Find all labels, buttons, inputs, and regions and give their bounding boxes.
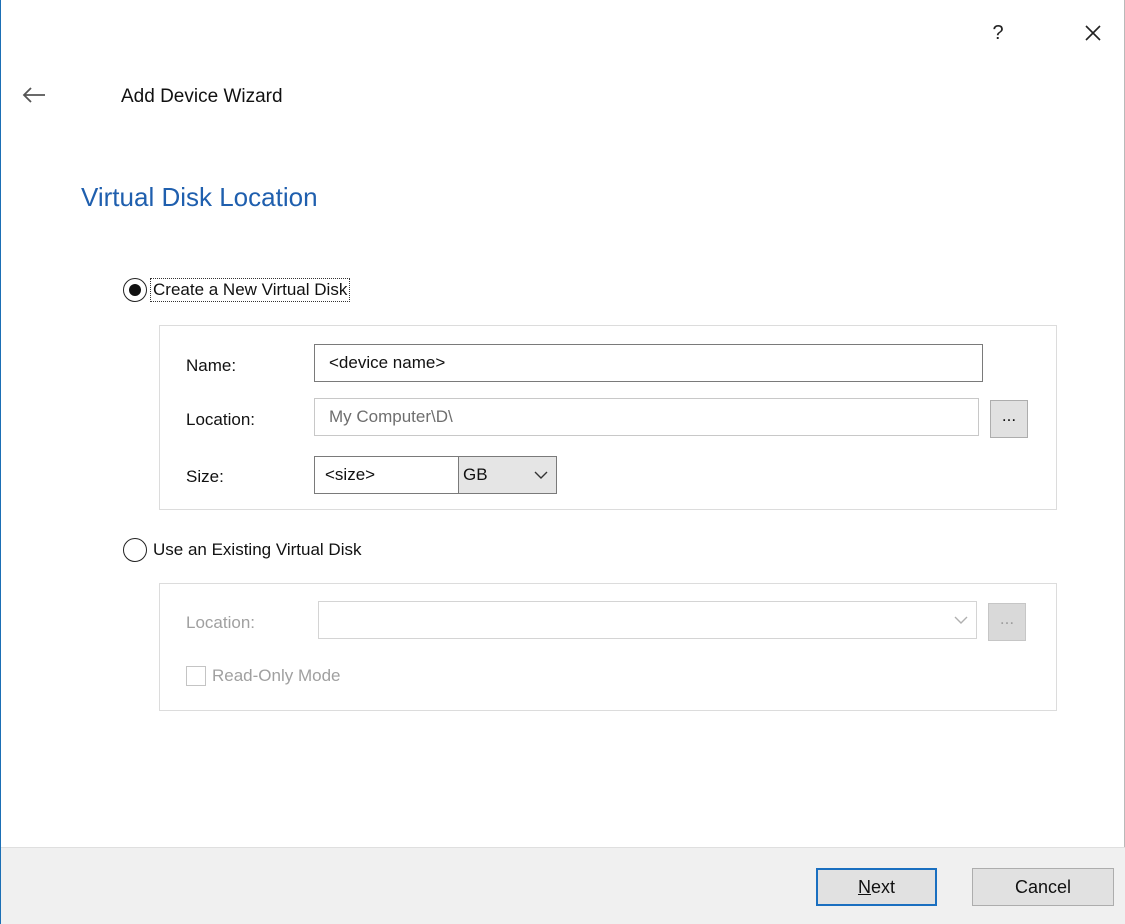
next-label-rest: ext (870, 876, 895, 897)
create-new-disk-radio[interactable]: Create a New Virtual Disk (123, 278, 351, 302)
size-unit-select[interactable]: GB (458, 456, 557, 494)
name-input[interactable]: <device name> (314, 344, 983, 382)
new-disk-group: Name: <device name> Location: My Compute… (159, 325, 1057, 510)
next-button[interactable]: Next (816, 868, 937, 906)
existing-location-select[interactable] (318, 601, 977, 639)
location-input-value: My Computer\D\ (329, 407, 453, 426)
page-heading: Virtual Disk Location (81, 182, 318, 212)
help-button[interactable]: ? (983, 18, 1013, 48)
size-input[interactable]: <size> (314, 456, 459, 494)
close-button[interactable] (1078, 18, 1108, 48)
existing-location-browse-button[interactable]: ... (988, 603, 1026, 641)
next-mnemonic: N (857, 876, 871, 897)
existing-location-label: Location: (186, 613, 255, 632)
read-only-mode-checkbox[interactable]: Read-Only Mode (186, 666, 341, 686)
create-new-disk-label: Create a New Virtual Disk (149, 278, 351, 302)
existing-browse-label: ... (999, 609, 1015, 628)
cancel-label: Cancel (1014, 876, 1072, 897)
use-existing-disk-label: Use an Existing Virtual Disk (153, 540, 362, 559)
use-existing-disk-radio[interactable]: Use an Existing Virtual Disk (123, 538, 364, 562)
checkbox-box[interactable] (186, 666, 206, 686)
radio-unselected-icon[interactable] (123, 538, 147, 562)
radio-selected-icon[interactable] (123, 278, 147, 302)
radio-dot (129, 284, 141, 296)
wizard-title: Add Device Wizard (121, 86, 283, 107)
chevron-down-icon (526, 470, 556, 480)
name-label: Name: (186, 356, 237, 375)
back-arrow-icon[interactable] (21, 85, 47, 105)
existing-disk-group: Location: ... Read-Only Mode (159, 583, 1057, 711)
size-label: Size: (186, 467, 224, 486)
read-only-mode-label: Read-Only Mode (212, 666, 341, 685)
help-label: ? (992, 21, 1004, 44)
name-input-value: <device name> (329, 353, 446, 372)
size-input-value: <size> (325, 465, 376, 484)
browse-label: ... (1001, 406, 1017, 425)
dialog-footer: Next Cancel (1, 847, 1125, 924)
location-input[interactable]: My Computer\D\ (314, 398, 979, 436)
close-icon (1085, 25, 1101, 41)
location-label: Location: (186, 410, 255, 429)
add-device-wizard-window: ? Add Device Wizard Virtual Disk Locatio… (0, 0, 1125, 924)
size-unit-value: GB (463, 465, 488, 484)
location-browse-button[interactable]: ... (990, 400, 1028, 438)
cancel-button[interactable]: Cancel (972, 868, 1114, 906)
chevron-down-icon (954, 616, 968, 624)
